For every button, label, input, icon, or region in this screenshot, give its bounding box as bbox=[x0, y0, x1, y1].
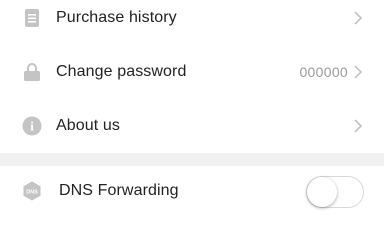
dns-forwarding-label: DNS Forwarding bbox=[59, 182, 179, 199]
chevron-right-icon bbox=[354, 65, 363, 79]
lock-icon bbox=[22, 62, 42, 82]
toggle-knob[interactable] bbox=[307, 177, 337, 207]
settings-screen: Purchase history Change password 000000 … bbox=[0, 0, 384, 216]
chevron-right-icon bbox=[354, 119, 363, 133]
dns-forwarding-row: DNS DNS Forwarding bbox=[0, 166, 384, 216]
section-divider bbox=[0, 153, 384, 166]
info-icon-glyph: i bbox=[30, 119, 34, 134]
chevron-right-icon bbox=[354, 11, 363, 25]
dns-forwarding-toggle[interactable] bbox=[306, 176, 364, 208]
dns-icon-text: DNS bbox=[26, 189, 38, 195]
about-us-label: About us bbox=[56, 117, 120, 134]
password-value: 000000 bbox=[299, 64, 348, 80]
dns-icon: DNS bbox=[22, 181, 42, 201]
change-password-row[interactable]: Change password 000000 bbox=[0, 45, 384, 99]
about-us-row[interactable]: i About us bbox=[0, 99, 384, 153]
purchase-history-row[interactable]: Purchase history bbox=[0, 0, 384, 36]
document-icon bbox=[22, 8, 42, 28]
change-password-label: Change password bbox=[56, 63, 187, 80]
info-icon: i bbox=[22, 116, 42, 136]
purchase-history-label: Purchase history bbox=[56, 9, 177, 26]
